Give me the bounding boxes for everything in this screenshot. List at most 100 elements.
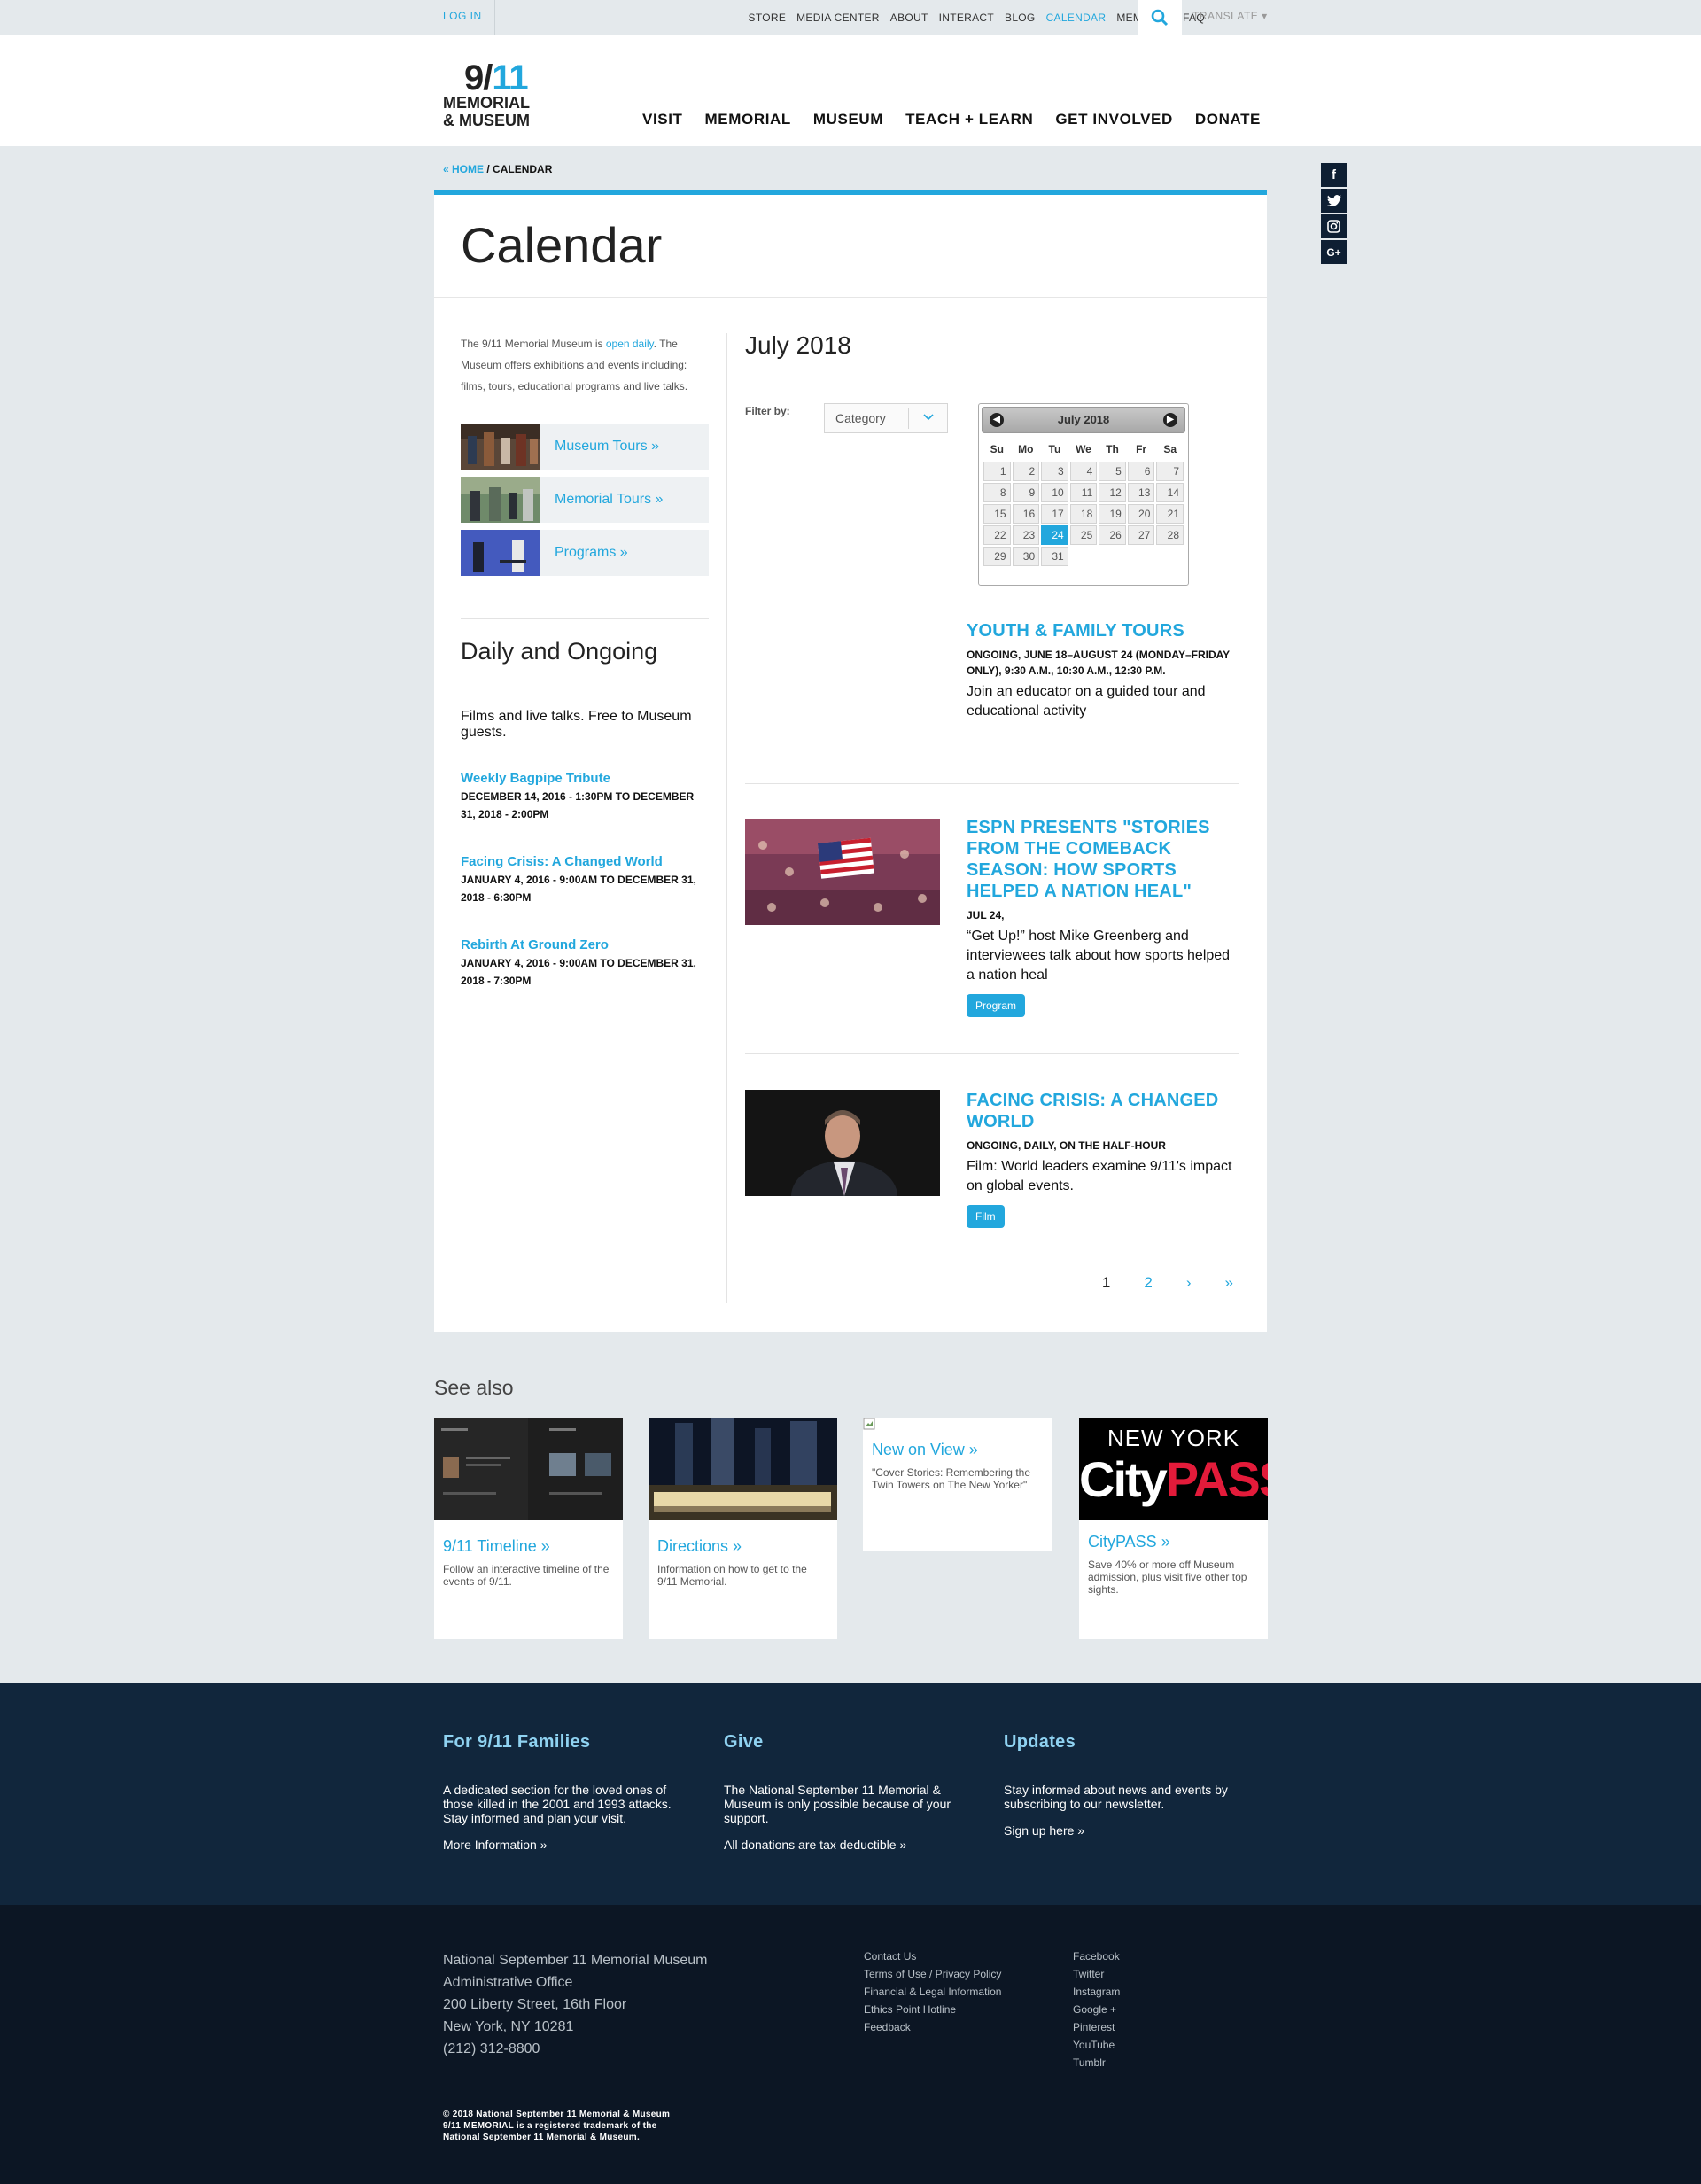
programs-button[interactable]: Programs » [461, 530, 709, 576]
footer-heading[interactable]: For 9/11 Families [443, 1732, 691, 1753]
date-cell[interactable]: 20 [1127, 504, 1155, 524]
date-cell[interactable]: 28 [1156, 525, 1184, 545]
see-also-title[interactable]: CityPASS » [1088, 1533, 1259, 1551]
see-also-title[interactable]: 9/11 Timeline » [443, 1537, 614, 1556]
date-cell[interactable]: 26 [1099, 525, 1126, 545]
date-cell[interactable]: 18 [1069, 504, 1098, 524]
date-cell[interactable]: 2 [1012, 462, 1040, 481]
event-title[interactable]: Youth & Family Tours [967, 620, 1241, 641]
date-cell[interactable]: 23 [1012, 525, 1040, 545]
date-cell[interactable]: 15 [983, 504, 1011, 524]
side-event-date: January 4, 2016 - 9:00am to December 31,… [461, 957, 696, 987]
utility-nav-blog[interactable]: BLOG [1005, 12, 1036, 24]
youtube-link[interactable]: YouTube [1073, 2036, 1120, 2054]
tumblr-link[interactable]: Tumblr [1073, 2054, 1120, 2071]
see-also-card-timeline[interactable]: 9/11 Timeline » Follow an interactive ti… [434, 1418, 623, 1639]
site-logo[interactable]: 9/11 MEMORIAL & MUSEUM [443, 60, 549, 131]
museum-tours-button[interactable]: Museum Tours » [461, 424, 709, 470]
date-cell[interactable]: 12 [1099, 483, 1126, 502]
instagram-link[interactable]: Instagram [1073, 1983, 1120, 2001]
financial-legal-link[interactable]: Financial & Legal Information [864, 1983, 1001, 2001]
category-select[interactable]: Category [824, 403, 948, 433]
translate-dropdown[interactable]: TRANSLATE ▾ [1192, 0, 1268, 35]
facing-crisis-event-image[interactable] [745, 1090, 940, 1196]
instagram-icon[interactable]: ig [1321, 214, 1347, 238]
pinterest-link[interactable]: Pinterest [1073, 2018, 1120, 2036]
date-cell[interactable]: 6 [1127, 462, 1155, 481]
date-cell[interactable]: 8 [983, 483, 1011, 502]
side-event-title[interactable]: Facing Crisis: A Changed World [461, 854, 709, 869]
see-also-card-new-on-view[interactable]: New on View » "Cover Stories: Rememberin… [863, 1418, 1052, 1551]
terms-privacy-link[interactable]: Terms of Use / Privacy Policy [864, 1965, 1001, 1983]
date-cell[interactable]: 16 [1012, 504, 1040, 524]
date-cell[interactable]: 14 [1156, 483, 1184, 502]
date-cell[interactable]: 24 [1041, 525, 1068, 545]
login-link[interactable]: LOG IN [443, 0, 482, 35]
date-cell[interactable]: 1 [983, 462, 1011, 481]
date-cell[interactable]: 5 [1099, 462, 1126, 481]
date-cell[interactable]: 9 [1012, 483, 1040, 502]
see-also-title[interactable]: New on View » [872, 1441, 1043, 1459]
next-month-icon[interactable]: ▶ [1163, 413, 1177, 427]
prev-month-icon[interactable]: ◀ [990, 413, 1004, 427]
event-tag-film[interactable]: Film [967, 1205, 1005, 1228]
espn-event-image[interactable] [745, 819, 940, 925]
more-information-link[interactable]: More Information » [443, 1838, 691, 1852]
event-title[interactable]: ESPN Presents "Stories From The Comeback… [967, 817, 1241, 902]
facebook-icon[interactable]: f [1321, 163, 1347, 187]
date-cell[interactable]: 29 [983, 547, 1011, 566]
date-cell[interactable]: 22 [983, 525, 1011, 545]
date-cell[interactable]: 3 [1041, 462, 1068, 481]
utility-nav-calendar[interactable]: CALENDAR [1046, 12, 1107, 24]
page-2[interactable]: 2 [1144, 1274, 1152, 1292]
main-nav-museum[interactable]: MUSEUM [813, 111, 883, 128]
utility-nav-store[interactable]: STORE [749, 12, 787, 24]
newsletter-signup-link[interactable]: Sign up here » [1004, 1823, 1252, 1838]
utility-nav-interact[interactable]: INTERACT [939, 12, 994, 24]
breadcrumb-home[interactable]: « HOME [443, 163, 484, 175]
date-cell[interactable]: 11 [1069, 483, 1098, 502]
google-plus-icon[interactable]: G+ [1321, 240, 1347, 264]
contact-us-link[interactable]: Contact Us [864, 1947, 1001, 1965]
main-nav-donate[interactable]: DONATE [1195, 111, 1261, 128]
footer-heading[interactable]: Give [724, 1732, 972, 1753]
next-page-link[interactable]: › [1186, 1274, 1192, 1292]
main-nav-visit[interactable]: VISIT [642, 111, 683, 128]
utility-nav-about[interactable]: ABOUT [890, 12, 928, 24]
main-nav-teach-learn[interactable]: TEACH + LEARN [905, 111, 1033, 128]
utility-nav-media-center[interactable]: MEDIA CENTER [796, 12, 880, 24]
search-button[interactable] [1138, 0, 1182, 35]
side-event-title[interactable]: Weekly Bagpipe Tribute [461, 771, 709, 786]
ethics-hotline-link[interactable]: Ethics Point Hotline [864, 2001, 1001, 2018]
date-cell[interactable]: 17 [1041, 504, 1068, 524]
donations-link[interactable]: All donations are tax deductible » [724, 1838, 972, 1852]
date-cell[interactable]: 19 [1099, 504, 1126, 524]
main-nav-get-involved[interactable]: GET INVOLVED [1055, 111, 1173, 128]
event-tag-program[interactable]: Program [967, 994, 1026, 1017]
date-cell[interactable]: 25 [1069, 525, 1098, 545]
open-daily-link[interactable]: open daily [606, 338, 654, 350]
date-cell[interactable]: 21 [1156, 504, 1184, 524]
date-cell[interactable]: 4 [1069, 462, 1098, 481]
date-cell[interactable]: 10 [1041, 483, 1068, 502]
footer-social-links: Facebook Twitter Instagram Google + Pint… [1073, 1947, 1120, 2071]
see-also-title[interactable]: Directions » [657, 1537, 828, 1556]
twitter-icon[interactable]: t [1321, 189, 1347, 213]
google-plus-link[interactable]: Google + [1073, 2001, 1120, 2018]
date-cell[interactable]: 30 [1012, 547, 1040, 566]
memorial-tours-button[interactable]: Memorial Tours » [461, 477, 709, 523]
see-also-card-citypass[interactable]: NEW YORK CityPASS CityPASS » Save 40% or… [1079, 1418, 1268, 1639]
feedback-link[interactable]: Feedback [864, 2018, 1001, 2036]
side-event-title[interactable]: Rebirth At Ground Zero [461, 937, 709, 952]
date-cell[interactable]: 27 [1127, 525, 1155, 545]
date-cell[interactable]: 31 [1041, 547, 1068, 566]
twitter-link[interactable]: Twitter [1073, 1965, 1120, 1983]
see-also-card-directions[interactable]: Directions » Information on how to get t… [649, 1418, 837, 1639]
last-page-link[interactable]: » [1225, 1274, 1233, 1292]
footer-heading[interactable]: Updates [1004, 1732, 1252, 1753]
facebook-link[interactable]: Facebook [1073, 1947, 1120, 1965]
main-nav-memorial[interactable]: MEMORIAL [705, 111, 791, 128]
date-cell[interactable]: 7 [1156, 462, 1184, 481]
event-title[interactable]: Facing Crisis: A Changed World [967, 1090, 1241, 1132]
date-cell[interactable]: 13 [1127, 483, 1155, 502]
